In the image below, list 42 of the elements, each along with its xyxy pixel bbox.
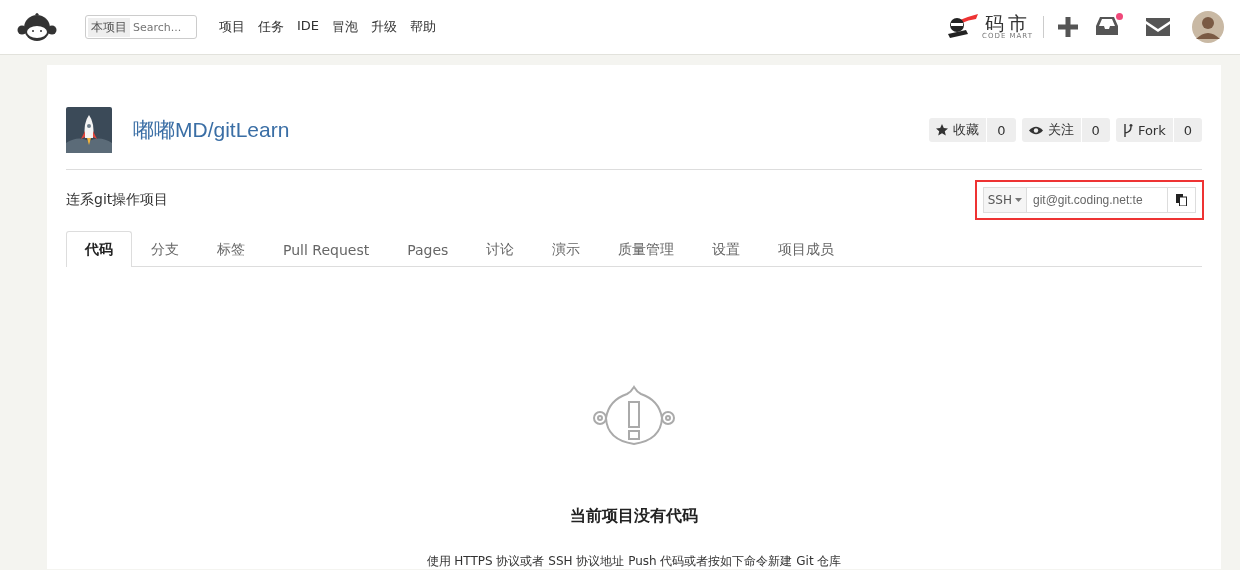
- rocket-icon: [66, 107, 112, 153]
- action-label: 关注: [1047, 121, 1074, 139]
- action-label: Fork: [1137, 122, 1166, 138]
- empty-title: 当前项目没有代码: [570, 506, 698, 527]
- tab[interactable]: Pages: [388, 231, 468, 267]
- nav-link[interactable]: 升级: [371, 18, 398, 36]
- fork-button[interactable]: Fork 0: [1115, 118, 1202, 142]
- scope-label: 本项目: [88, 17, 130, 37]
- tab[interactable]: 设置: [693, 231, 760, 267]
- count-label: 0: [1172, 118, 1202, 142]
- inbox-icon[interactable]: [1096, 16, 1118, 35]
- star-icon: [936, 124, 949, 136]
- tab[interactable]: Pull Request: [264, 231, 389, 267]
- count-label: 0: [1080, 118, 1110, 142]
- tab[interactable]: 讨论: [467, 231, 534, 267]
- nav-link[interactable]: 帮助: [410, 18, 437, 36]
- nav-link[interactable]: 冒泡: [332, 18, 359, 36]
- branch-icon: [1122, 123, 1133, 137]
- plus-icon[interactable]: [1058, 17, 1078, 37]
- star-button[interactable]: 收藏 0: [929, 118, 1016, 142]
- eye-icon: [1028, 125, 1043, 135]
- ninja-mascot-icon: [946, 14, 979, 40]
- action-label: 收藏: [953, 121, 980, 139]
- repo-title-link[interactable]: 嘟嘟MD/gitLearn: [133, 116, 930, 144]
- tab[interactable]: 代码: [66, 231, 132, 267]
- mail-icon[interactable]: [1146, 18, 1170, 36]
- nav-link[interactable]: 项目: [219, 18, 245, 36]
- tab[interactable]: 演示: [533, 231, 600, 267]
- empty-hint: 使用 HTTPS 协议或者 SSH 协议地址 Push 代码或者按如下命令新建 Git 仓库: [426, 553, 842, 570]
- nav-link[interactable]: IDE: [297, 18, 320, 36]
- repo-description: 连系git操作项目: [66, 191, 169, 209]
- search-field[interactable]: 本项目 Search...: [85, 15, 197, 39]
- tab[interactable]: 分支: [132, 231, 198, 267]
- logo-text: 码市: [984, 14, 1031, 33]
- count-label: 0: [986, 118, 1016, 142]
- tab[interactable]: 项目成员: [759, 231, 854, 267]
- tab[interactable]: 标签: [198, 231, 264, 267]
- watch-button[interactable]: 关注 0: [1021, 118, 1110, 142]
- tab[interactable]: 质量管理: [599, 231, 694, 267]
- monkey-logo[interactable]: [16, 11, 58, 43]
- avatar[interactable]: [1192, 11, 1224, 43]
- nav-link[interactable]: 任务: [258, 18, 284, 36]
